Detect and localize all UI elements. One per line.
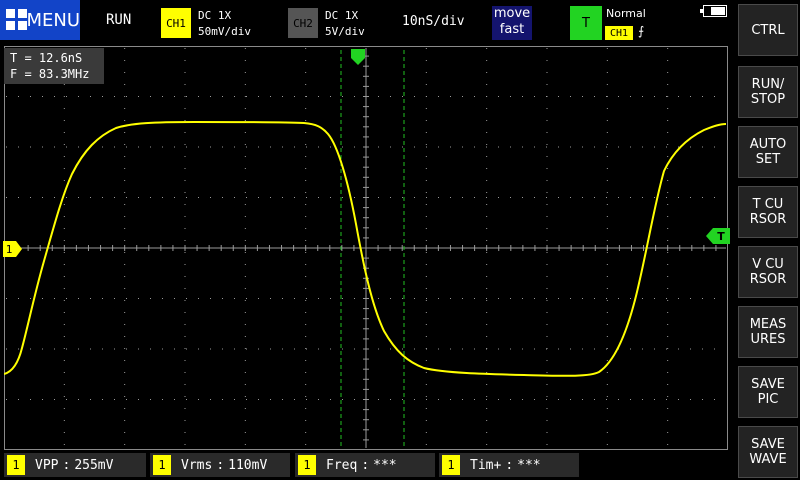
measurement-separator: :: [216, 457, 225, 473]
ch1-scale: 50mV/div: [198, 25, 251, 38]
menu-label: MENU: [26, 9, 80, 31]
measurement-label: Freq: [326, 457, 358, 473]
frequency-value: F = 83.3MHz: [10, 67, 90, 81]
ch1-level-marker[interactable]: 1: [3, 241, 23, 257]
measurement-label: Tim+: [470, 457, 502, 473]
measurement-separator: :: [505, 457, 514, 473]
save-pic-button[interactable]: SAVE PIC: [738, 366, 798, 418]
trigger-position-shape: [351, 49, 365, 65]
trigger-source[interactable]: CH1: [605, 26, 633, 40]
save-wave-button[interactable]: SAVE WAVE: [738, 426, 798, 478]
move-mode-line2: fast: [499, 22, 525, 37]
ch1-settings[interactable]: DC 1X 50mV/div: [198, 8, 251, 40]
measurement-channel-badge: 1: [7, 455, 25, 475]
move-mode-line1: move: [493, 6, 531, 21]
trigger-mode[interactable]: Normal: [606, 7, 646, 20]
auto-set-button[interactable]: AUTO SET: [738, 126, 798, 178]
ch2-coupling: DC 1X: [325, 9, 359, 22]
ch2-settings[interactable]: DC 1X 5V/div: [325, 8, 365, 40]
measurement-vpp[interactable]: 1 VPP : 255mV: [4, 453, 146, 477]
ch1-coupling: DC 1X: [198, 9, 232, 22]
volt-cursor-button[interactable]: V CU RSOR: [738, 246, 798, 298]
measurement-channel-badge: 1: [153, 455, 171, 475]
ch2-scale: 5V/div: [325, 25, 365, 38]
period-frequency-readout: T = 12.6nS F = 83.3MHz: [4, 48, 104, 84]
battery-fill: [711, 7, 725, 15]
measurement-value: ***: [517, 457, 541, 473]
measurement-separator: :: [62, 457, 71, 473]
time-cursor-button[interactable]: T CU RSOR: [738, 186, 798, 238]
ctrl-button[interactable]: CTRL: [738, 4, 798, 56]
measurement-time-plus[interactable]: 1 Tim+ : ***: [439, 453, 579, 477]
trigger-level-marker[interactable]: T: [706, 228, 730, 244]
battery-icon: [700, 5, 727, 17]
measurement-label: Vrms: [181, 457, 213, 473]
period-value: T = 12.6nS: [10, 51, 83, 65]
move-speed-toggle[interactable]: move fast: [492, 6, 532, 40]
measures-button[interactable]: MEAS URES: [738, 306, 798, 358]
menu-button[interactable]: MENU: [0, 0, 80, 40]
rising-edge-icon: ⨍: [638, 24, 645, 38]
trigger-marker-label: T: [717, 230, 725, 243]
ch2-toggle[interactable]: CH2: [288, 8, 318, 38]
trigger-position-marker[interactable]: [351, 49, 365, 65]
measurement-vrms[interactable]: 1 Vrms : 110mV: [150, 453, 290, 477]
trigger-button[interactable]: T: [570, 6, 602, 40]
measurement-value: 110mV: [228, 457, 268, 473]
ch1-marker-label: 1: [6, 243, 13, 256]
menu-grid-icon: [6, 9, 27, 31]
waveform-display[interactable]: [4, 46, 728, 450]
measurement-separator: :: [361, 457, 370, 473]
measurement-freq[interactable]: 1 Freq : ***: [295, 453, 435, 477]
timebase[interactable]: 10nS/div: [402, 14, 465, 29]
status-bar: MENU RUN CH1 DC 1X 50mV/div CH2 DC 1X 5V…: [0, 0, 736, 44]
measurement-value: ***: [373, 457, 397, 473]
measurement-label: VPP: [35, 457, 59, 473]
side-menu: CTRL RUN/ STOP AUTO SET T CU RSOR V CU R…: [738, 0, 800, 480]
ch1-toggle[interactable]: CH1: [161, 8, 191, 38]
run-state[interactable]: RUN: [106, 12, 131, 28]
measurement-channel-badge: 1: [442, 455, 460, 475]
measurement-value: 255mV: [74, 457, 114, 473]
run-stop-button[interactable]: RUN/ STOP: [738, 66, 798, 118]
measurement-channel-badge: 1: [298, 455, 316, 475]
